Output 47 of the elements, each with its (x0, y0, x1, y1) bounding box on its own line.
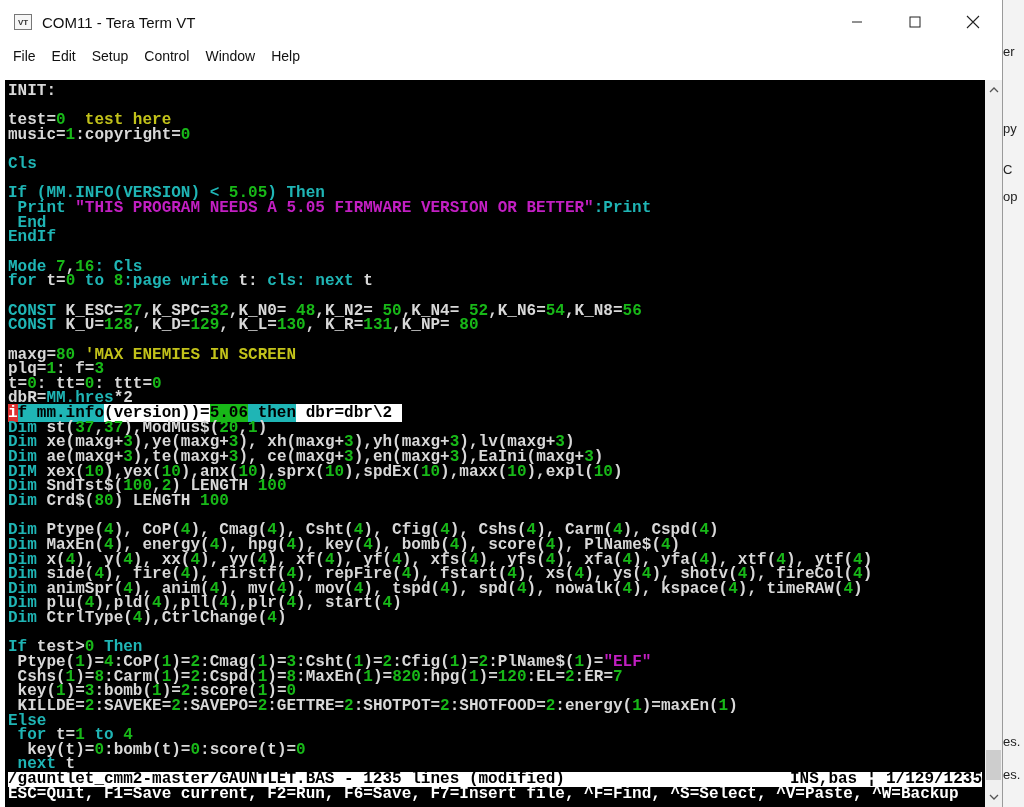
window-fragment-text: es. (1003, 767, 1022, 782)
code-line: INIT: (8, 84, 56, 99)
terminal-icon: VT (14, 14, 32, 30)
menu-item[interactable]: Edit (43, 48, 84, 64)
code-line: music=1:copyright=0 (8, 127, 191, 143)
code-line: EndIf (8, 230, 56, 246)
menu-item[interactable]: Setup (83, 48, 137, 64)
window-fragment-text: py (1003, 121, 1018, 136)
code-line: Cls (8, 157, 37, 172)
code-line: Dim ae(maxg+3),te(maxg+3), ce(maxg+3),en(maxg+3),EaIni(maxg+3) (8, 450, 604, 465)
window-fragment-text: er (1003, 44, 1016, 59)
code-line: next t (17, 757, 76, 773)
code-line: KILLDE=2:SAVEKE=2:SAVEPO=2:GETTRE=2:SHOTPOT=2:SHOTFOOD=2:energy(1)=maxEn(1) (17, 698, 738, 714)
code-line: key(t)=0:bomb(t)=0:score(t)=0 (27, 742, 306, 758)
close-icon (966, 15, 980, 29)
scroll-up-icon[interactable] (988, 86, 999, 93)
code-line: key(1)=3:bomb(1)=2:score(1)=0 (16, 684, 297, 699)
code-line: If test>0 Then (8, 640, 143, 655)
code-line: if mm.info(version))=5.06 then dbr=dbr\2 (8, 406, 402, 421)
scrollbar[interactable] (985, 80, 1002, 807)
code-line: Dim SndTst$(100,2) LENGTH 100 (8, 479, 287, 494)
menu-item[interactable]: Window (197, 48, 264, 64)
code-line: test=0 test here (8, 113, 172, 128)
code-line: CONST K_ESC=27,K_SPC=32,K_N0= 48,K_N2= 50,K_N4= 52,K_N6=54,K_N8=56 (8, 303, 642, 319)
code-line: Dim CtrlType(4),CtrlChange(4) (8, 611, 287, 626)
scrollbar-thumb[interactable] (986, 750, 1001, 780)
code-line: Dim Crd$(80) LENGTH 100 (8, 493, 229, 509)
code-line: plq=1: f=3 (8, 362, 105, 377)
window-fragment-text: op (1003, 189, 1019, 204)
code-line: Dim MaxEn(4), energy(4), hpg(4), key(4), bomb(4), score(4), PlName$(4) (8, 537, 681, 553)
file-status: /gauntlet_cmm2-master/GAUNTLET.BAS - 1235 lines (modified) (8, 772, 565, 787)
menu-item[interactable]: File (5, 48, 44, 64)
code-line: CONST K_U=128, K_D=129, K_L=130, K_R=131,K_NP= 80 (8, 318, 479, 333)
code-line: Dim Ptype(4), CoP(4), Cmag(4), Csht(4), Cfig(4), Cshs(4), Carm(4), Cspd(4) (8, 523, 719, 538)
menu-item[interactable]: Control (136, 48, 198, 64)
window-fragment-text: es. (1003, 734, 1022, 749)
code-line: for t=1 to 4 (16, 728, 133, 743)
window-title: COM11 - Tera Term VT (42, 13, 196, 31)
scroll-down-icon[interactable] (988, 794, 999, 801)
window-fragment-text: C (1003, 162, 1014, 177)
code-line: Print "THIS PROGRAM NEEDS A 5.05 FIRMWARE VERSION OR BETTER":Print (16, 201, 652, 216)
code-line: Dim side(4), fire(4), firstf(4), repFire(4), fstart(4), xs(4), ys(4), shotv(4), fireCol(4) (8, 567, 873, 582)
menu-item[interactable]: Help (263, 48, 308, 64)
maximize-icon (909, 16, 921, 28)
code-line: Dim xe(maxg+3),ye(maxg+3), xh(maxg+3),yh(maxg+3),lv(maxg+3) (8, 435, 575, 450)
code-line: for t=0 to 8:page write t: cls: next t (8, 274, 373, 289)
code-line: Ptype(1)=4:CoP(1)=2:Cmag(1)=3:Csht(1)=2:Cfig(1)=2:PlName$(1)="ELF" (16, 655, 652, 670)
